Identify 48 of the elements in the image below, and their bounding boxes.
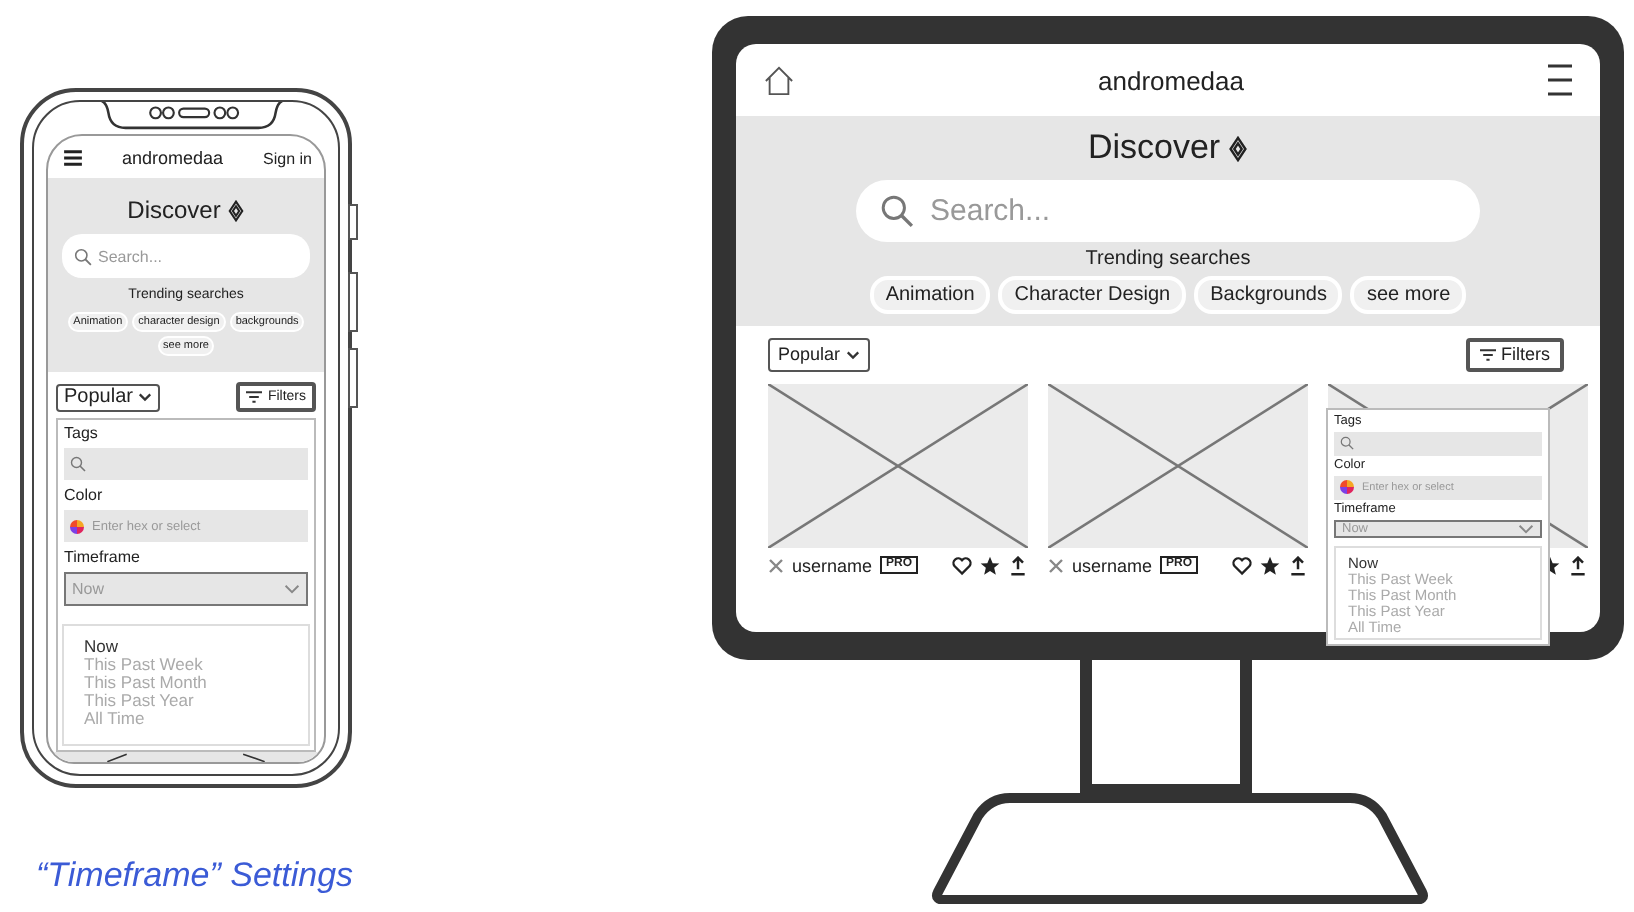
- chevron-icon: [1518, 523, 1534, 533]
- caption: “Timeframe” Settings: [36, 856, 354, 896]
- avatar-placeholder-icon: [1048, 557, 1064, 573]
- heart-icon[interactable]: [952, 555, 972, 575]
- tags-field[interactable]: [1334, 431, 1542, 455]
- timeframe-option[interactable]: Now: [84, 638, 288, 656]
- search-icon: [74, 247, 92, 265]
- filter-icon: [245, 390, 262, 404]
- color-wheel-icon: [1340, 480, 1354, 494]
- heart-icon[interactable]: [1232, 555, 1252, 575]
- trending-label: Trending searches: [1085, 248, 1251, 270]
- menu-icon[interactable]: [1548, 62, 1572, 98]
- upload-icon[interactable]: [1568, 555, 1588, 575]
- filters-button[interactable]: Filters: [1465, 338, 1564, 372]
- search-icon: [70, 456, 86, 472]
- trending-tag[interactable]: Animation: [869, 276, 991, 314]
- diamond-icon: [1228, 135, 1249, 161]
- menu-icon[interactable]: [64, 150, 82, 166]
- trending-tag[interactable]: Backgrounds: [1194, 276, 1343, 314]
- filter-icon: [1479, 348, 1495, 362]
- star-icon[interactable]: [980, 555, 1000, 575]
- search-icon: [1340, 436, 1354, 450]
- upload-icon[interactable]: [1288, 555, 1308, 575]
- discover-title: Discover: [1087, 128, 1221, 168]
- caret-icon: [846, 350, 861, 360]
- search-icon: [880, 194, 914, 228]
- avatar-placeholder-icon: [768, 557, 784, 573]
- app-name: andromedaa: [1098, 65, 1244, 95]
- diamond-icon: [228, 199, 245, 221]
- upload-icon[interactable]: [1008, 555, 1028, 575]
- username[interactable]: username: [792, 555, 873, 575]
- color-wheel-icon: [70, 519, 84, 533]
- tags-label: Tags: [64, 424, 100, 442]
- sign-in-link[interactable]: Sign in: [263, 149, 312, 167]
- trending-tag[interactable]: see more: [1350, 276, 1467, 314]
- trending-tag[interactable]: Character Design: [998, 276, 1187, 314]
- username[interactable]: username: [1072, 555, 1153, 575]
- timeframe-label: Timeframe: [64, 548, 142, 566]
- sort-dropdown[interactable]: Popular: [56, 383, 161, 411]
- chevron-icon: [284, 584, 300, 594]
- caret-icon: [138, 392, 153, 402]
- star-icon[interactable]: [1260, 555, 1280, 575]
- sort-dropdown[interactable]: Popular: [768, 338, 871, 372]
- app-name: andromedaa: [121, 148, 224, 168]
- tags-field[interactable]: [64, 448, 308, 480]
- color-label: Color: [64, 486, 105, 504]
- discover-title: Discover: [127, 196, 221, 224]
- home-icon[interactable]: [764, 65, 794, 95]
